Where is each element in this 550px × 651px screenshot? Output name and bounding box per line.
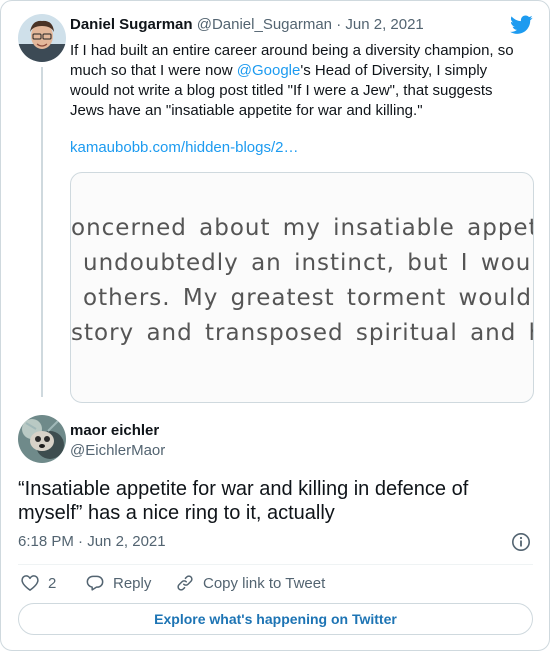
reply-label: Reply: [113, 574, 152, 592]
info-icon[interactable]: [511, 532, 531, 552]
copy-link-button[interactable]: Copy link to Tweet: [175, 572, 325, 594]
header-separator: ·: [332, 16, 346, 33]
media-text-line: oncerned about my insatiable appetite fo: [71, 215, 533, 241]
quoted-tweet-date[interactable]: Jun 2, 2021: [345, 16, 423, 33]
reply-author-name[interactable]: maor eichler: [70, 422, 159, 439]
media-text-line: story and transposed spiritual and hu: [71, 320, 534, 346]
link-icon: [177, 575, 193, 591]
reply-time[interactable]: 6:18 PM: [18, 533, 74, 550]
thread-connector-line: [41, 67, 43, 397]
avatar-maor-eichler[interactable]: [18, 415, 66, 463]
heart-icon: [21, 575, 39, 591]
quoted-author-name[interactable]: Daniel Sugarman: [70, 16, 193, 33]
reply-bubble-icon: [86, 575, 104, 591]
quoted-media-image[interactable]: oncerned about my insatiable appetite fo…: [70, 172, 534, 403]
twitter-bird-icon[interactable]: [510, 15, 533, 35]
reply-timestamp[interactable]: 6:18 PM · Jun 2, 2021: [18, 533, 166, 550]
copy-link-label: Copy link to Tweet: [203, 574, 326, 592]
embedded-tweet-card: Daniel Sugarman @Daniel_Sugarman · Jun 2…: [0, 0, 550, 651]
google-mention-link[interactable]: @Google: [237, 62, 301, 79]
reply-button[interactable]: Reply: [85, 572, 151, 594]
blog-link[interactable]: kamaubobb.com/hidden-blogs/2…: [70, 139, 298, 156]
actions-divider: [18, 564, 533, 565]
avatar-daniel-sugarman[interactable]: [18, 14, 66, 62]
reply-author-handle[interactable]: @EichlerMaor: [70, 442, 165, 459]
reply-date[interactable]: Jun 2, 2021: [87, 533, 165, 550]
media-text-line: undoubtedly an instinct, but I would: [83, 250, 534, 276]
like-count: 2: [48, 574, 57, 592]
quoted-tweet-header: Daniel Sugarman @Daniel_Sugarman · Jun 2…: [70, 16, 424, 33]
like-button[interactable]: 2: [20, 572, 56, 594]
media-text-line: others. My greatest torment would be: [83, 285, 534, 311]
quoted-author-handle[interactable]: @Daniel_Sugarman: [197, 16, 332, 33]
quoted-tweet-text: If I had built an entire career around b…: [70, 41, 530, 121]
timestamp-separator: ·: [73, 533, 88, 550]
reply-tweet-text: “Insatiable appetite for war and killing…: [18, 478, 469, 524]
explore-twitter-button[interactable]: Explore what's happening on Twitter: [18, 603, 533, 635]
